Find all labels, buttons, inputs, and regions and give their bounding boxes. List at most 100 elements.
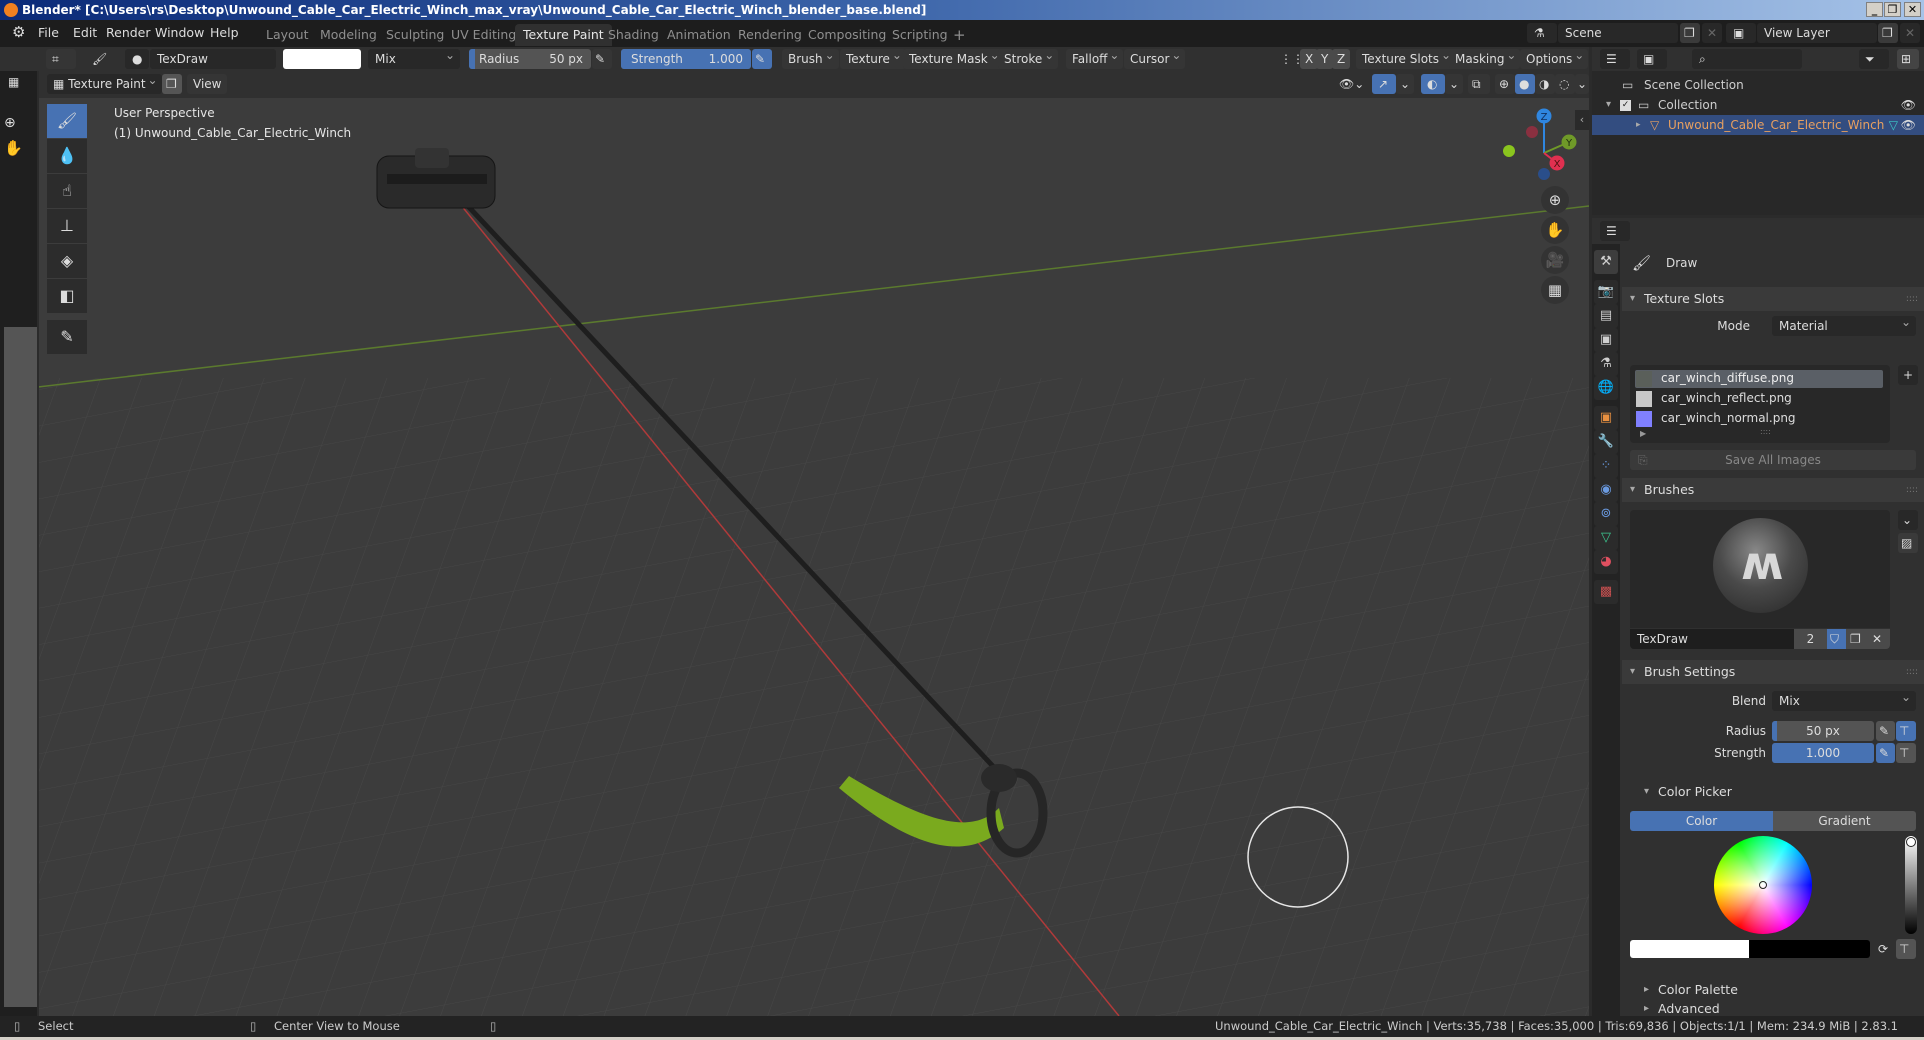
- tab-constraints[interactable]: ⊚: [1594, 502, 1618, 526]
- shading-rendered[interactable]: ◌: [1555, 74, 1575, 94]
- panel-brushes-header[interactable]: Brushes::::: [1622, 478, 1924, 502]
- strength-slider[interactable]: Strength 1.000: [621, 49, 751, 69]
- color-wheel[interactable]: [1714, 836, 1812, 934]
- pan-hand-icon[interactable]: ✋: [4, 139, 23, 157]
- xray-toggle[interactable]: ⧉: [1468, 74, 1490, 94]
- falloff-menu[interactable]: Falloff: [1066, 45, 1124, 69]
- color-unified-icon[interactable]: ⊤: [1896, 939, 1916, 959]
- menu-help[interactable]: Help: [210, 25, 239, 40]
- outliner-display-mode[interactable]: ☰: [1600, 49, 1630, 69]
- zoom-view-icon[interactable]: ⊕: [1541, 186, 1569, 214]
- view-layer-field[interactable]: View Layer: [1757, 23, 1877, 43]
- mirror-y-toggle[interactable]: Y: [1316, 49, 1334, 69]
- color-wheel-cursor[interactable]: [1759, 881, 1767, 889]
- outliner-row-collection[interactable]: ▾ ✓ ▭ Collection 👁: [1592, 95, 1924, 115]
- mode-dropdown[interactable]: Material: [1772, 316, 1916, 336]
- zoom-icon[interactable]: ⊕: [4, 115, 16, 131]
- tool-fill[interactable]: ◈: [47, 244, 87, 278]
- radius-slider[interactable]: Radius 50 px: [469, 49, 591, 69]
- options-menu[interactable]: Options: [1520, 45, 1589, 69]
- value-slider-handle[interactable]: [1906, 837, 1916, 847]
- new-view-layer-icon[interactable]: ❐: [1878, 23, 1898, 43]
- swap-colors-icon[interactable]: ⟳: [1876, 939, 1895, 959]
- fake-user-shield-icon[interactable]: ⛉: [1827, 629, 1846, 649]
- gizmo-neg-x[interactable]: [1526, 126, 1538, 138]
- shading-dropdown[interactable]: ⌄: [1575, 74, 1589, 94]
- overlays-dropdown[interactable]: ⌄: [1445, 74, 1463, 94]
- tab-layout[interactable]: Layout: [258, 24, 317, 46]
- gizmo-dropdown[interactable]: ⌄: [1396, 74, 1414, 94]
- texture-slot-item[interactable]: car_winch_diffuse.png: [1636, 370, 1884, 388]
- tab-active-tool[interactable]: ⚒: [1594, 250, 1618, 274]
- visibility-eye-icon[interactable]: 👁: [1901, 115, 1916, 135]
- radius-pressure-icon[interactable]: ✎: [592, 49, 612, 69]
- tab-sculpting[interactable]: Sculpting: [378, 24, 452, 46]
- list-resize-grip[interactable]: ::::: [1760, 427, 1771, 436]
- tool-soften[interactable]: 💧: [47, 139, 87, 173]
- texture-mask-menu[interactable]: Texture Mask: [903, 45, 1004, 69]
- outliner-search-input[interactable]: ⌕: [1692, 49, 1802, 69]
- list-expand-arrow[interactable]: ▶: [1640, 429, 1646, 438]
- unlink-brush-icon[interactable]: ✕: [1866, 629, 1890, 649]
- tab-object[interactable]: ▣: [1594, 406, 1618, 430]
- menu-edit[interactable]: Edit: [73, 25, 97, 40]
- scene-name-field[interactable]: Scene: [1558, 23, 1678, 43]
- strength-pressure-icon[interactable]: ✎: [1876, 743, 1895, 763]
- camera-view-icon[interactable]: 🎥: [1541, 246, 1569, 274]
- tool-mask[interactable]: ◧: [47, 279, 87, 313]
- strength-unified-icon[interactable]: ⊤: [1896, 743, 1916, 763]
- gizmo-toggle[interactable]: ↗: [1372, 74, 1396, 94]
- tab-material[interactable]: ◕: [1594, 550, 1618, 574]
- stroke-menu[interactable]: Stroke: [998, 45, 1059, 69]
- brush-menu-dropdown[interactable]: ⌄: [1898, 510, 1918, 530]
- blend-mode-dropdown[interactable]: Mix: [368, 49, 460, 69]
- tab-uv-editing[interactable]: UV Editing: [443, 24, 524, 46]
- tab-texture-paint[interactable]: Texture Paint: [515, 24, 612, 46]
- add-texture-slot-button[interactable]: +: [1898, 365, 1918, 385]
- scene-selector-icon[interactable]: ⚗: [1527, 23, 1557, 43]
- overlays-toggle[interactable]: ◐: [1421, 74, 1445, 94]
- tab-mesh-data[interactable]: ▽: [1594, 526, 1618, 550]
- tab-texture[interactable]: ▩: [1594, 580, 1618, 604]
- panel-advanced-header[interactable]: Advanced: [1636, 1001, 1924, 1016]
- gradient-tab[interactable]: Gradient: [1773, 811, 1916, 831]
- close-button[interactable]: ✕: [1904, 2, 1921, 17]
- gizmo-neg-z[interactable]: [1538, 168, 1550, 180]
- duplicate-brush-icon[interactable]: ❐: [1846, 629, 1866, 649]
- primary-color-swatch[interactable]: [1630, 940, 1749, 958]
- brush-name-field[interactable]: TexDraw: [150, 49, 276, 69]
- panel-color-picker-header[interactable]: Color Picker: [1636, 780, 1924, 804]
- tab-render[interactable]: 📷: [1594, 280, 1618, 304]
- tool-annotate[interactable]: ✎: [47, 320, 87, 354]
- radius-pressure-icon[interactable]: ✎: [1876, 721, 1895, 741]
- properties-editor-type[interactable]: ☰: [1600, 221, 1630, 241]
- strength-pressure-icon[interactable]: ✎: [752, 49, 772, 69]
- masking-menu[interactable]: Masking: [1449, 45, 1521, 69]
- menu-render[interactable]: Render: [106, 25, 151, 40]
- brush-color-swatch[interactable]: [283, 49, 361, 69]
- tab-shading[interactable]: Shading: [600, 24, 667, 46]
- perspective-toggle-icon[interactable]: ▦: [1541, 276, 1569, 304]
- texture-slot-item[interactable]: car_winch_normal.png: [1636, 410, 1884, 428]
- pan-view-icon[interactable]: ✋: [1541, 216, 1569, 244]
- texture-paint-mode-icon[interactable]: ▦: [8, 75, 19, 89]
- tab-modeling[interactable]: Modeling: [312, 24, 385, 46]
- expand-arrow-icon[interactable]: ▸: [1636, 115, 1641, 135]
- blender-logo-icon[interactable]: ⚙: [12, 23, 25, 41]
- delete-scene-icon[interactable]: ✕: [1702, 23, 1722, 43]
- value-slider[interactable]: [1905, 836, 1917, 934]
- radius-unified-icon[interactable]: ⊤: [1896, 721, 1916, 741]
- shading-material[interactable]: ◑: [1535, 74, 1555, 94]
- brush-menu[interactable]: Brush: [782, 45, 839, 69]
- menu-window[interactable]: Window: [155, 25, 204, 40]
- tab-scene[interactable]: ⚗: [1594, 352, 1618, 376]
- tab-physics[interactable]: ◉: [1594, 478, 1618, 502]
- props-strength-slider[interactable]: 1.000: [1772, 743, 1874, 763]
- delete-view-layer-icon[interactable]: ✕: [1900, 23, 1920, 43]
- tool-draw[interactable]: 🖌: [47, 104, 87, 138]
- outliner-row-scene-collection[interactable]: ▭ Scene Collection: [1592, 75, 1924, 95]
- tab-world[interactable]: 🌐: [1594, 376, 1618, 400]
- mesh-data-icon[interactable]: ▽: [1889, 115, 1898, 135]
- visibility-eye-icon[interactable]: 👁: [1901, 95, 1916, 115]
- tab-rendering[interactable]: Rendering: [730, 24, 810, 46]
